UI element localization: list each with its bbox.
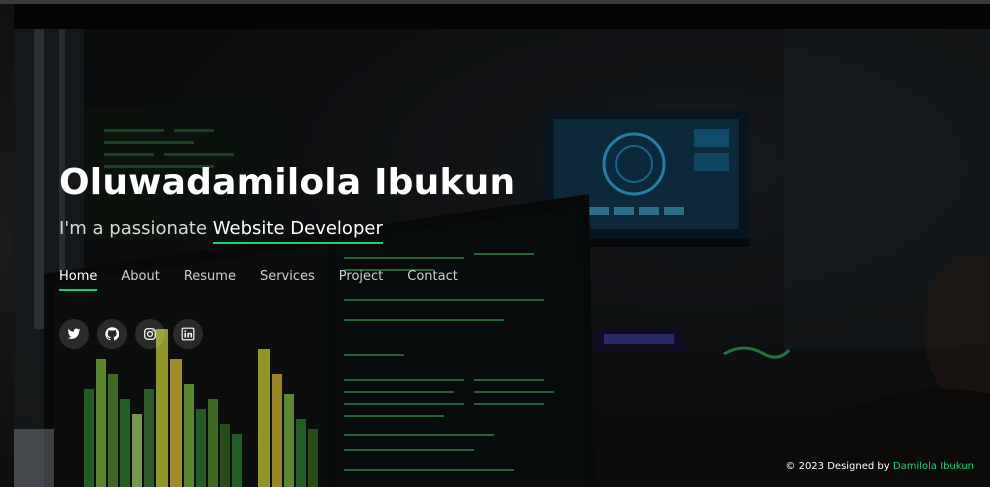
hero-dark-overlay [14, 29, 990, 487]
hero-section: Oluwadamilola Ibukun I'm a passionate We… [14, 29, 990, 487]
github-icon [105, 327, 119, 341]
twitter-icon [67, 328, 81, 339]
tagline-role: Website Developer [212, 218, 383, 244]
social-links [59, 319, 203, 349]
nav-item-contact[interactable]: Contact [407, 269, 458, 291]
linkedin-icon [181, 327, 195, 341]
linkedin-link[interactable] [173, 319, 203, 349]
main-nav: Home About Resume Services Project Conta… [59, 269, 458, 291]
footer-author-link[interactable]: Damilola Ibukun [893, 461, 974, 472]
nav-item-project[interactable]: Project [339, 269, 383, 291]
nav-item-about[interactable]: About [121, 269, 159, 291]
browser-viewport: Oluwadamilola Ibukun I'm a passionate We… [0, 0, 990, 487]
nav-item-resume[interactable]: Resume [184, 269, 236, 291]
twitter-link[interactable] [59, 319, 89, 349]
tagline-prefix: I'm a passionate [59, 218, 208, 239]
instagram-link[interactable] [135, 319, 165, 349]
nav-item-services[interactable]: Services [260, 269, 315, 291]
footer-credit: © 2023 Designed by Damilola Ibukun [785, 461, 974, 472]
github-link[interactable] [97, 319, 127, 349]
window-top-strip [0, 0, 990, 4]
hero-tagline: I'm a passionate Website Developer [59, 218, 383, 244]
footer-prefix: © 2023 Designed by [785, 461, 890, 472]
nav-item-home[interactable]: Home [59, 269, 98, 291]
instagram-icon [144, 328, 156, 340]
hero-name: Oluwadamilola Ibukun [59, 162, 516, 203]
left-edge [0, 4, 14, 487]
